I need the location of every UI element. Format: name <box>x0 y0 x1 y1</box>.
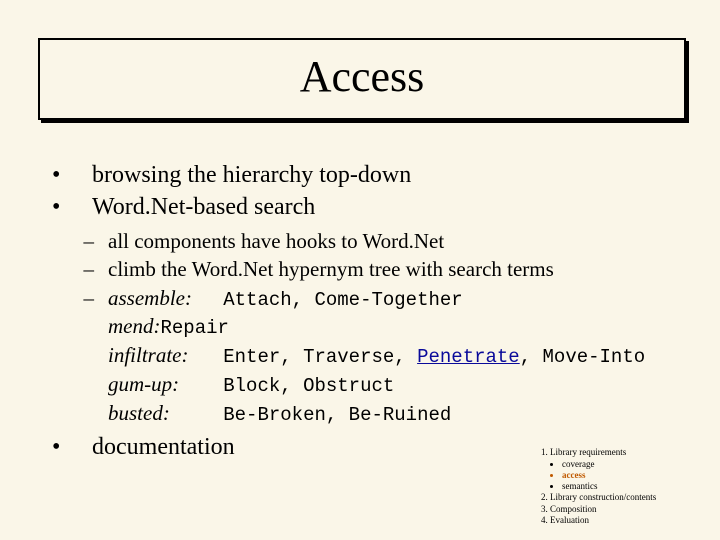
sub-1-text: all components have hooks to Word.Net <box>108 228 688 254</box>
dash-icon: – <box>48 256 108 282</box>
vals-busted: Be-Broken, Be-Ruined <box>223 404 451 426</box>
vals-assemble: Attach, Come-Together <box>223 289 462 311</box>
slide-title: Access <box>40 40 684 114</box>
outline-1b: access <box>562 470 706 481</box>
sub-3: – assemble: Attach, Come-Together mend: … <box>48 285 688 429</box>
sub-list: – all components have hooks to Word.Net … <box>48 228 688 428</box>
outline-2: Library construction/contents <box>550 492 706 503</box>
outline-1-text: Library requirements <box>550 447 626 457</box>
outline-nav: Library requirements coverage access sem… <box>536 447 706 526</box>
sub-2: – climb the Word.Net hypernym tree with … <box>48 256 688 282</box>
sub-1: – all components have hooks to Word.Net <box>48 228 688 254</box>
vals-mend: Repair <box>160 317 228 339</box>
dash-icon: – <box>48 285 108 429</box>
infiltrate-pre: Enter, Traverse, <box>223 346 417 368</box>
example-assemble: assemble: Attach, Come-Together <box>108 285 688 313</box>
term-busted: busted: <box>108 400 218 426</box>
bullet-icon: • <box>48 432 92 462</box>
outline-1: Library requirements coverage access sem… <box>550 447 706 492</box>
bullet-icon: • <box>48 160 92 190</box>
outline-4: Evaluation <box>550 515 706 526</box>
term-gumup: gum-up: <box>108 371 218 397</box>
dash-icon: – <box>48 228 108 254</box>
bullet-1: • browsing the hierarchy top-down <box>48 160 688 190</box>
infiltrate-post: , Move-Into <box>520 346 645 368</box>
bullet-2: • Word.Net-based search <box>48 192 688 222</box>
title-box: Access <box>38 38 686 120</box>
sub-2-text: climb the Word.Net hypernym tree with se… <box>108 256 688 282</box>
term-mend: mend: <box>108 313 160 339</box>
bullet-1-text: browsing the hierarchy top-down <box>92 160 411 190</box>
outline-3: Composition <box>550 504 706 515</box>
example-mend: mend: Repair <box>108 313 688 341</box>
example-gumup: gum-up: Block, Obstruct <box>108 371 688 399</box>
bullet-icon: • <box>48 192 92 222</box>
bullet-2-text: Word.Net-based search <box>92 192 315 222</box>
vals-gumup: Block, Obstruct <box>223 375 394 397</box>
term-infiltrate: infiltrate: <box>108 342 218 368</box>
example-infiltrate: infiltrate: Enter, Traverse, Penetrate, … <box>108 342 688 370</box>
example-busted: busted: Be-Broken, Be-Ruined <box>108 400 688 428</box>
slide: Access • browsing the hierarchy top-down… <box>0 0 720 540</box>
outline-1a: coverage <box>562 459 706 470</box>
examples: assemble: Attach, Come-Together mend: Re… <box>108 285 688 429</box>
bullet-3-text: documentation <box>92 432 235 462</box>
term-assemble: assemble: <box>108 285 218 311</box>
vals-infiltrate: Enter, Traverse, Penetrate, Move-Into <box>223 346 645 368</box>
infiltrate-link[interactable]: Penetrate <box>417 346 520 368</box>
slide-body: • browsing the hierarchy top-down • Word… <box>48 160 688 464</box>
outline-1c: semantics <box>562 481 706 492</box>
